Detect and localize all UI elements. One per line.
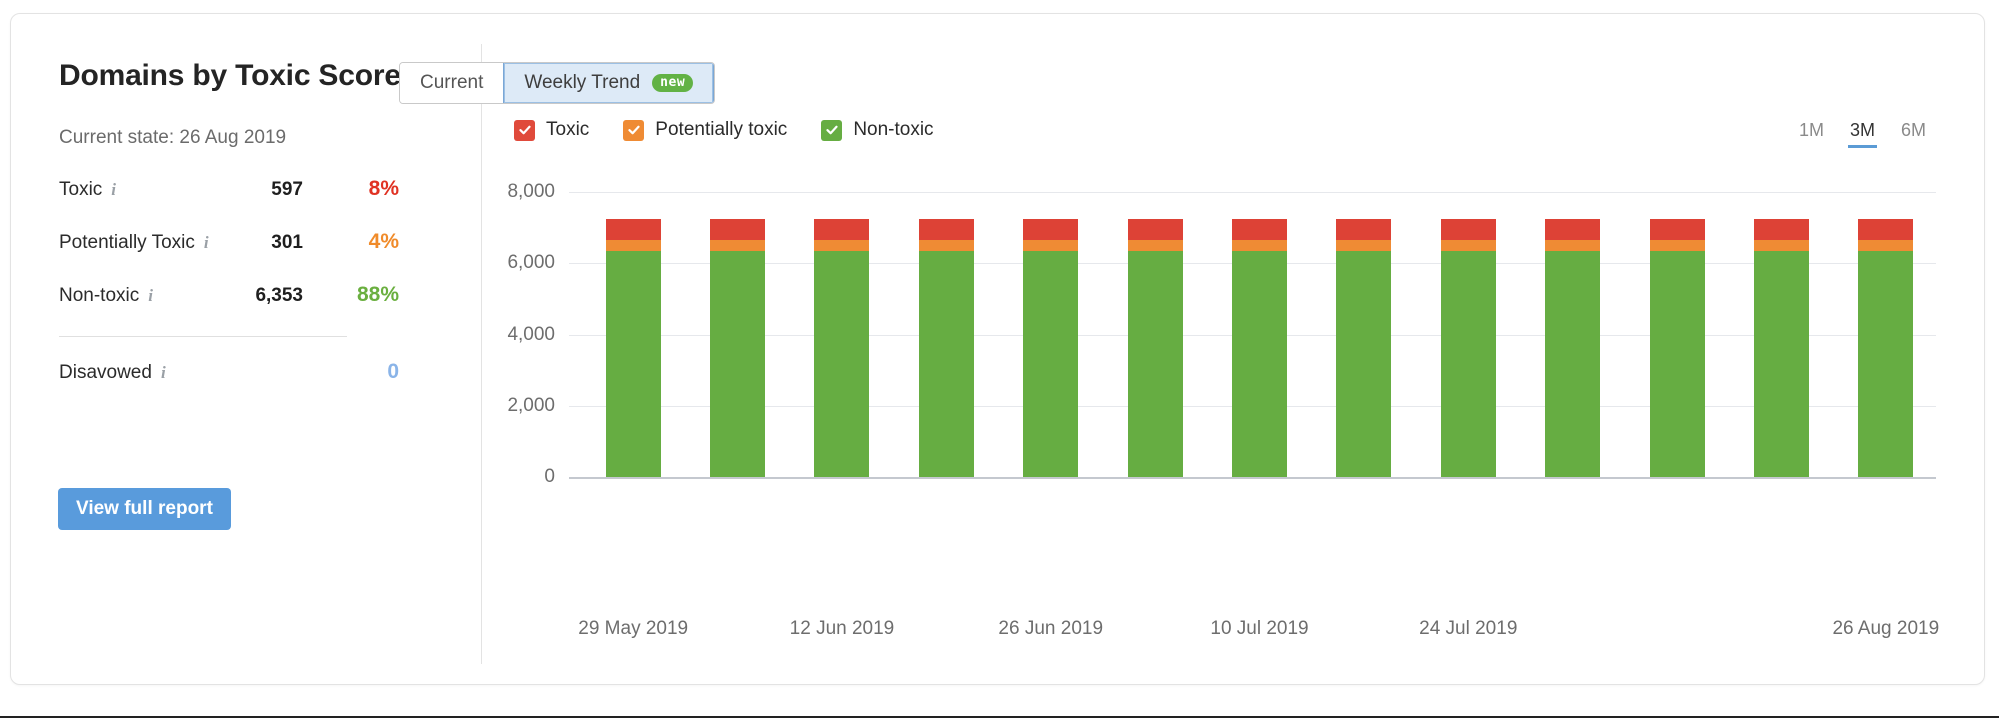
bar-segment-potentially-toxic (1649, 239, 1705, 251)
weekly-trend-chart: Toxic Potentially toxic Non-toxic 1M 3M … (481, 14, 1986, 684)
y-axis-tick-label: 2,000 (507, 394, 555, 416)
bar-segment-potentially-toxic (1440, 239, 1496, 251)
x-axis-tick-label: 26 Jun 2019 (998, 618, 1104, 639)
x-axis-line (569, 477, 1936, 479)
bar-segment-potentially-toxic (1023, 239, 1079, 251)
current-state-label: Current state: 26 Aug 2019 (59, 127, 287, 148)
x-axis-tick-label: 29 May 2019 (578, 618, 689, 639)
bar-segment-toxic (814, 218, 870, 240)
summary-panel: Domains by Toxic Scorei Current state: 2… (11, 14, 481, 684)
bar-segment-non-toxic (1858, 250, 1914, 477)
stat-value-toxic: 597 (271, 179, 303, 200)
bar-segment-toxic (918, 218, 974, 240)
bar-segment-toxic (1127, 218, 1183, 240)
view-full-report-button[interactable]: View full report (58, 488, 231, 530)
chart-bar[interactable] (814, 192, 870, 477)
bar-segment-toxic (1336, 218, 1392, 240)
x-axis-tick-label: 24 Jul 2019 (1419, 618, 1518, 639)
stat-label-disavowed: Disavowed i (59, 362, 166, 383)
stat-value-potentially-toxic: 301 (271, 232, 303, 253)
chart-bar[interactable] (1336, 192, 1392, 477)
stat-percent-toxic: 8% (368, 177, 399, 200)
bar-segment-toxic (710, 218, 766, 240)
chart-bar[interactable] (1127, 192, 1183, 477)
info-icon[interactable]: i (148, 286, 153, 306)
info-icon[interactable]: i (161, 363, 166, 383)
x-axis-tick-label: 26 Aug 2019 (1832, 618, 1940, 639)
bar-segment-potentially-toxic (1753, 239, 1809, 251)
bar-segment-potentially-toxic (1127, 239, 1183, 251)
screenshot-root: Domains by Toxic Scorei Current state: 2… (0, 0, 1999, 722)
bar-segment-potentially-toxic (814, 239, 870, 251)
bar-segment-non-toxic (1232, 250, 1287, 477)
domains-by-toxic-score-card: Domains by Toxic Scorei Current state: 2… (10, 13, 1985, 685)
chart-bar[interactable] (1545, 192, 1601, 477)
chart-bar[interactable] (1440, 192, 1496, 477)
stat-row-potentially-toxic: Potentially Toxic i 301 4% (59, 230, 399, 258)
stat-percent-non-toxic: 88% (356, 283, 399, 306)
bar-segment-toxic (1649, 218, 1705, 240)
chart-bar[interactable] (1649, 192, 1705, 477)
page-title-text: Domains by Toxic Score (59, 59, 401, 92)
bar-segment-toxic (1440, 218, 1496, 240)
y-axis-tick-label: 0 (544, 466, 555, 487)
stat-row-disavowed: Disavowed i 0 (59, 360, 399, 388)
stat-row-non-toxic: Non-toxic i 6,353 88% (59, 283, 399, 311)
bar-segment-toxic (1753, 218, 1809, 240)
bar-segment-toxic (1858, 218, 1914, 240)
page-bottom-rule (0, 716, 1999, 718)
info-icon[interactable]: i (204, 233, 209, 253)
y-axis-tick-label: 6,000 (507, 252, 555, 274)
bar-segment-non-toxic (1023, 250, 1079, 477)
chart-bar[interactable] (1753, 192, 1809, 477)
bar-segment-non-toxic (1336, 250, 1392, 477)
bar-segment-potentially-toxic (1336, 239, 1392, 251)
chart-bar[interactable] (918, 192, 974, 477)
chart-plot-area: 0 2,000 4,000 6,000 8,000 29 May 2019 12 Jun 2… (481, 14, 1986, 684)
bar-segment-toxic (1545, 218, 1601, 240)
bar-segment-potentially-toxic (1545, 239, 1601, 251)
bar-segment-potentially-toxic (1232, 239, 1287, 251)
chart-bar[interactable] (1023, 192, 1079, 477)
bar-segment-potentially-toxic (918, 239, 974, 251)
chart-bar[interactable] (1858, 192, 1914, 477)
bar-segment-toxic (1232, 218, 1287, 240)
bar-segment-non-toxic (1649, 250, 1705, 477)
chart-bar[interactable] (710, 192, 766, 477)
bar-segment-toxic (605, 218, 661, 240)
bar-segment-non-toxic (1753, 250, 1809, 477)
chart-bar[interactable] (1232, 192, 1287, 477)
bar-segment-non-toxic (814, 250, 870, 477)
bar-segment-potentially-toxic (605, 239, 661, 251)
summary-divider (59, 336, 347, 337)
info-icon[interactable]: i (111, 180, 116, 200)
bar-segment-non-toxic (918, 250, 974, 477)
bar-segment-non-toxic (605, 250, 661, 477)
bar-segment-potentially-toxic (710, 239, 766, 251)
stat-row-toxic: Toxic i 597 8% (59, 177, 399, 205)
stat-label-toxic: Toxic i (59, 179, 117, 200)
stat-value-non-toxic: 6,353 (255, 285, 303, 306)
stat-value-disavowed: 0 (387, 360, 399, 383)
chart-bar[interactable] (605, 192, 661, 477)
y-axis-tick-label: 8,000 (507, 181, 555, 202)
bar-segment-non-toxic (1127, 250, 1183, 477)
stat-label-non-toxic: Non-toxic i (59, 285, 153, 306)
bar-segment-non-toxic (710, 250, 766, 477)
bar-segment-non-toxic (1545, 250, 1601, 477)
page-title: Domains by Toxic Scorei (59, 59, 419, 93)
x-axis-tick-label: 12 Jun 2019 (789, 618, 895, 639)
x-axis-tick-label: 10 Jul 2019 (1210, 618, 1309, 639)
stat-label-potentially-toxic: Potentially Toxic i (59, 232, 209, 253)
bar-segment-toxic (1023, 218, 1079, 240)
bar-segment-non-toxic (1440, 250, 1496, 477)
stat-percent-potentially-toxic: 4% (368, 230, 399, 253)
bar-segment-potentially-toxic (1858, 239, 1914, 251)
y-axis-tick-label: 4,000 (507, 323, 555, 345)
